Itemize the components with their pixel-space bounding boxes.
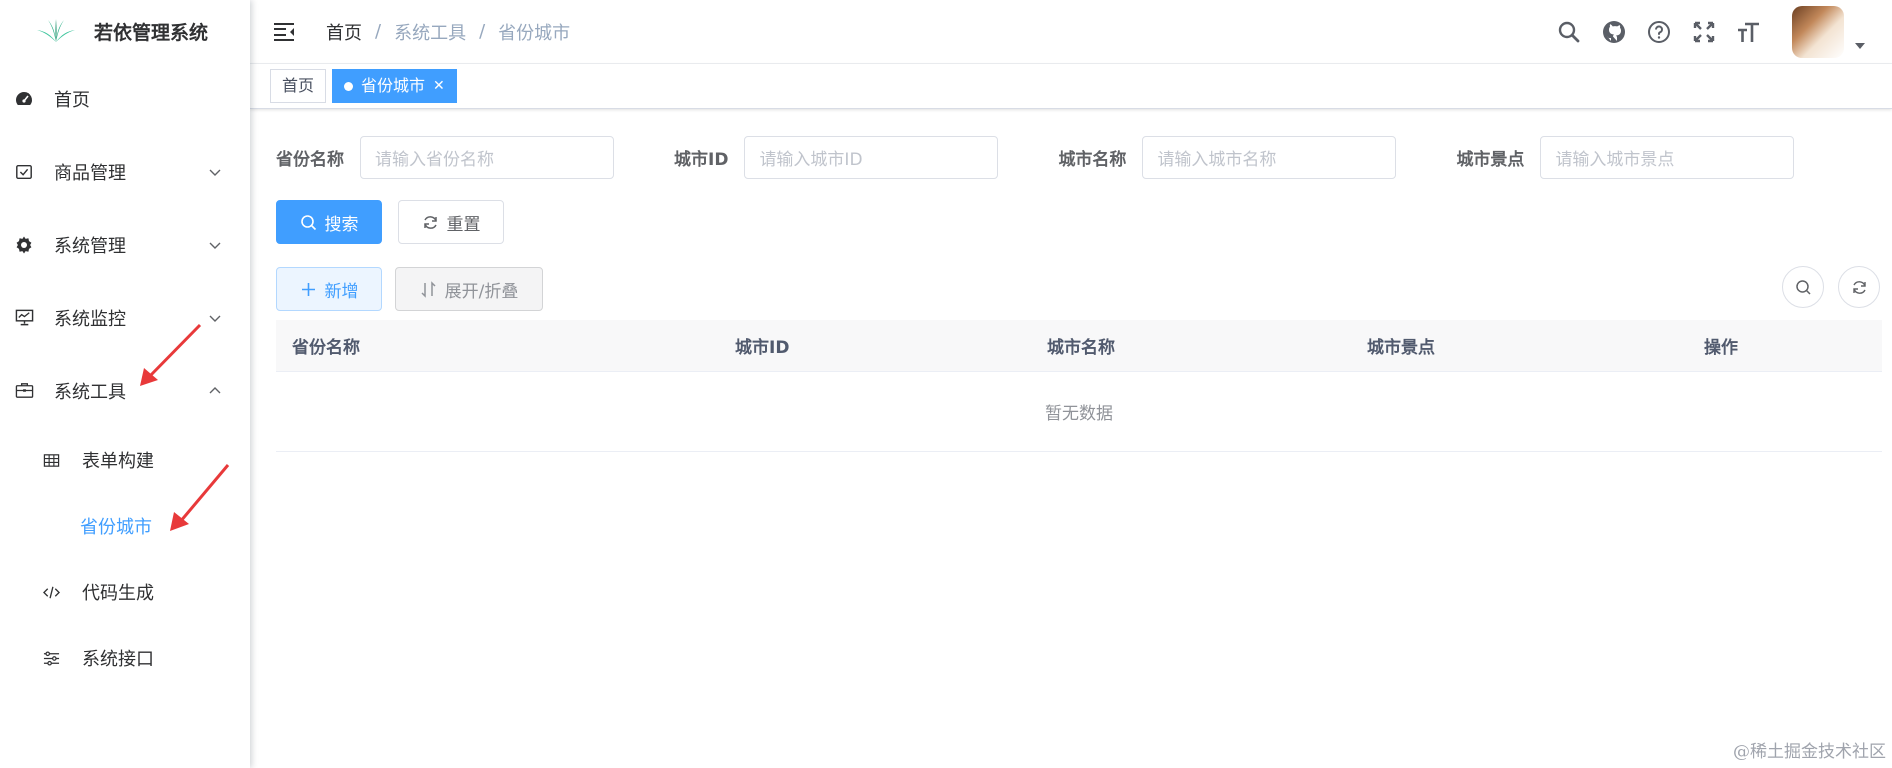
- main-content: 省份名称 请输入省份名称 城市ID 请输入城市ID 城市名称 请输入城市名称 城…: [250, 110, 1892, 768]
- reset-button[interactable]: 重置: [398, 200, 504, 244]
- expand-button-label: 展开/折叠: [444, 281, 519, 302]
- app-title: 若依管理系统: [94, 21, 209, 44]
- column-header: 省份名称: [292, 338, 360, 358]
- navbar: 首页 / 系统工具 / 省份城市: [250, 0, 1892, 64]
- monitor-icon: [14, 308, 34, 328]
- plus-icon: [301, 282, 315, 296]
- tag-active-label: 省份城市: [361, 76, 426, 95]
- city-name-input[interactable]: 请输入城市名称: [1142, 136, 1397, 179]
- column-header: 操作: [1704, 338, 1738, 358]
- sidebar-item-goods[interactable]: 商品管理: [0, 135, 250, 208]
- city-id-input[interactable]: 请输入城市ID: [744, 136, 999, 179]
- fullscreen-icon[interactable]: [1691, 19, 1717, 45]
- expand-collapse-button[interactable]: 展开/折叠: [395, 267, 543, 311]
- sidebar-subitem-label: 省份城市: [80, 517, 152, 538]
- breadcrumb-separator: /: [375, 21, 382, 42]
- breadcrumb-tools: 系统工具: [394, 22, 467, 44]
- city-scenic-label: 城市景点: [1456, 150, 1525, 170]
- sidebar-subitem-form-builder[interactable]: 表单构建: [0, 427, 250, 493]
- gear-icon: [14, 235, 34, 255]
- logo-icon: [37, 19, 75, 42]
- code-icon: [42, 583, 60, 601]
- form-item-city-name: 城市名称 请输入城市名称: [1058, 136, 1397, 179]
- github-icon[interactable]: [1601, 19, 1627, 45]
- tag-home[interactable]: 首页: [270, 69, 327, 103]
- font-size-icon[interactable]: [1736, 19, 1762, 45]
- search-form: 省份名称 请输入省份名称 城市ID 请输入城市ID 城市名称 请输入城市名称 城…: [276, 136, 1854, 179]
- reset-button-label: 重置: [446, 214, 481, 235]
- sidebar-item-label: 系统管理: [54, 235, 126, 257]
- search-button-label: 搜索: [324, 214, 359, 235]
- search-button[interactable]: 搜索: [276, 200, 382, 244]
- close-icon[interactable]: ✕: [433, 70, 445, 102]
- sidebar-item-label: 首页: [54, 89, 90, 111]
- province-input[interactable]: 请输入省份名称: [360, 136, 614, 179]
- breadcrumb-home[interactable]: 首页: [326, 19, 362, 45]
- caret-down-icon[interactable]: [1854, 40, 1866, 52]
- form-item-province: 省份名称 请输入省份名称: [276, 136, 614, 179]
- search-icon: [1795, 279, 1811, 295]
- city-name-label: 城市名称: [1058, 150, 1127, 170]
- sidebar-item-label: 商品管理: [54, 162, 126, 184]
- breadcrumb: 首页 / 系统工具 / 省份城市: [326, 19, 570, 45]
- toggle-search-button[interactable]: [1782, 266, 1824, 308]
- sidebar-subitem-label: 表单构建: [82, 451, 154, 472]
- sliders-icon: [42, 649, 60, 667]
- breadcrumb-separator: /: [479, 21, 486, 42]
- column-header: 城市名称: [1047, 338, 1115, 358]
- table-icon: [42, 451, 60, 469]
- empty-text: 暂无数据: [1045, 404, 1113, 424]
- column-header: 城市景点: [1367, 338, 1435, 358]
- sidebar: 若依管理系统 首页 商品管理 系统管理 系统监控 系统工具 表单构建 省份城市 …: [0, 0, 250, 768]
- toolbox-icon: [14, 381, 34, 401]
- sidebar-subitem-label: 系统接口: [82, 649, 154, 670]
- hamburger-icon[interactable]: [272, 20, 296, 44]
- sidebar-item-label: 系统监控: [54, 308, 126, 330]
- dashboard-icon: [14, 89, 34, 109]
- sidebar-subitem-label: 代码生成: [82, 583, 154, 604]
- chevron-down-icon: [209, 169, 221, 176]
- sidebar-item-system[interactable]: 系统管理: [0, 208, 250, 281]
- sort-icon: [421, 280, 436, 298]
- tag-active[interactable]: 省份城市 ✕: [332, 69, 457, 103]
- table-empty: 暂无数据: [276, 372, 1882, 452]
- refresh-icon: [423, 215, 437, 229]
- chevron-up-icon: [209, 386, 221, 393]
- sidebar-subitem-api[interactable]: 系统接口: [0, 625, 250, 691]
- sidebar-item-label: 系统工具: [54, 381, 126, 403]
- sidebar-item-home[interactable]: 首页: [0, 62, 250, 135]
- add-button[interactable]: 新增: [276, 267, 382, 311]
- avatar[interactable]: [1792, 6, 1844, 58]
- checkbox-icon: [14, 162, 34, 182]
- tags-view: 首页 省份城市 ✕: [250, 64, 1892, 109]
- right-menu: [1537, 0, 1866, 64]
- help-icon[interactable]: [1646, 19, 1672, 45]
- form-item-city-id: 城市ID 请输入城市ID: [674, 136, 999, 179]
- search-icon[interactable]: [1556, 19, 1582, 45]
- table-header: 省份名称 城市ID 城市名称 城市景点 操作: [276, 320, 1882, 372]
- city-id-label: 城市ID: [674, 150, 729, 170]
- column-header: 城市ID: [735, 338, 790, 358]
- chevron-down-icon: [209, 315, 221, 322]
- refresh-icon: [1852, 280, 1866, 294]
- search-icon: [300, 214, 316, 230]
- refresh-table-button[interactable]: [1838, 266, 1880, 308]
- sidebar-item-tools[interactable]: 系统工具: [0, 354, 250, 427]
- data-table: 省份名称 城市ID 城市名称 城市景点 操作 暂无数据: [276, 320, 1882, 452]
- city-scenic-input[interactable]: 请输入城市景点: [1540, 136, 1795, 179]
- breadcrumb-current: 省份城市: [498, 22, 571, 44]
- active-dot: [344, 81, 354, 91]
- chevron-down-icon: [209, 242, 221, 249]
- logo[interactable]: 若依管理系统: [0, 0, 250, 62]
- sidebar-subitem-code-gen[interactable]: 代码生成: [0, 559, 250, 625]
- province-label: 省份名称: [276, 150, 344, 170]
- form-item-city-scenic: 城市景点 请输入城市景点: [1456, 136, 1795, 179]
- sidebar-subitem-province-city[interactable]: 省份城市: [0, 493, 250, 559]
- add-button-label: 新增: [324, 281, 359, 302]
- watermark: @稀土掘金技术社区: [1733, 742, 1886, 762]
- sidebar-item-monitor[interactable]: 系统监控: [0, 281, 250, 354]
